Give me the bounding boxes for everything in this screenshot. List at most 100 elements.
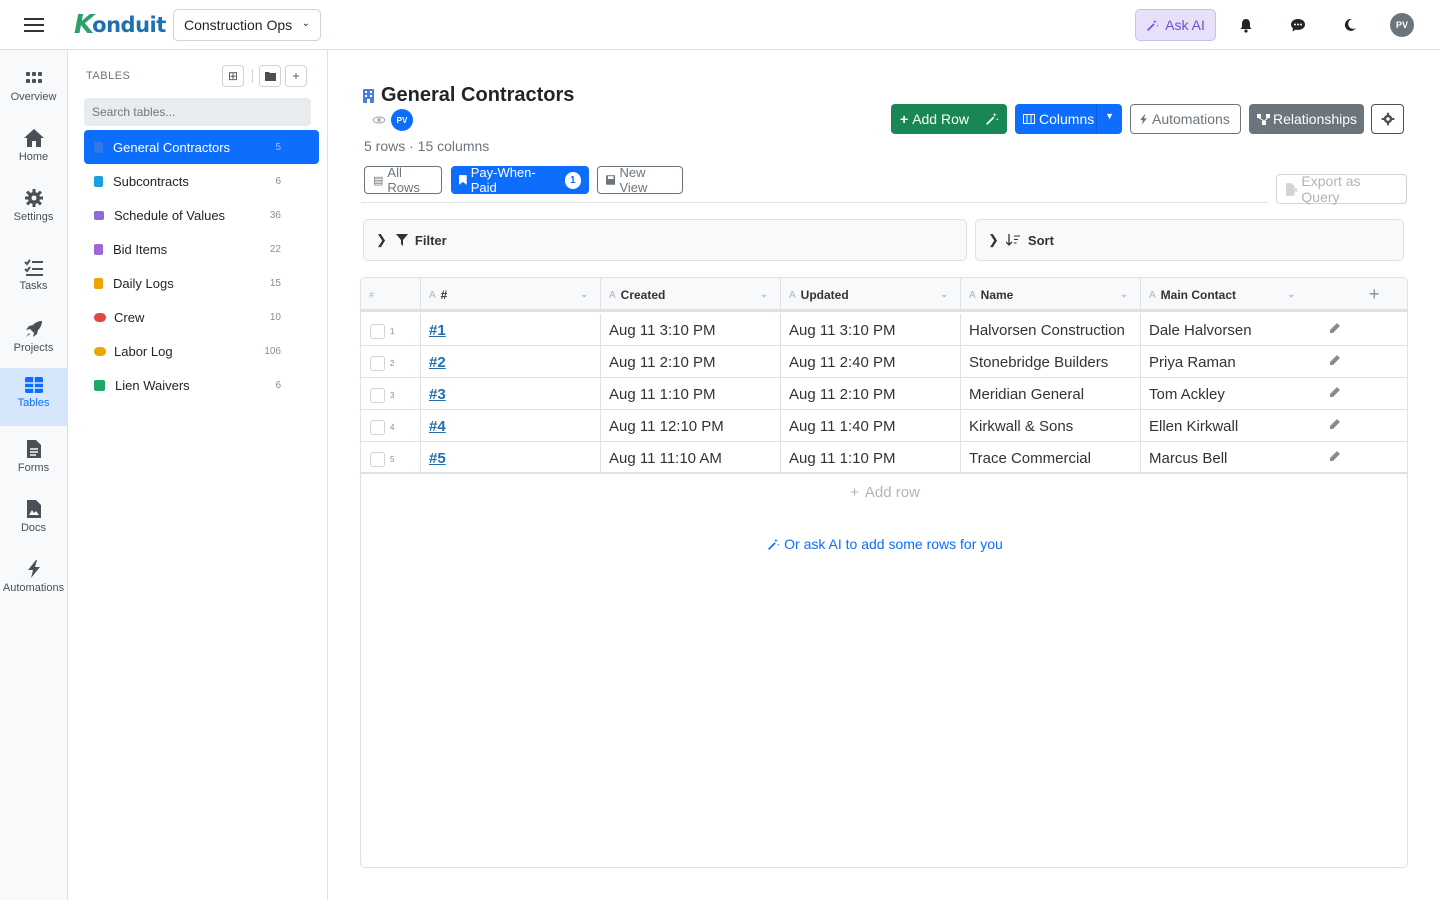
rail-item-automations[interactable]: Automations xyxy=(0,551,67,609)
cell-id[interactable]: #3 xyxy=(421,378,601,410)
table-settings-button[interactable] xyxy=(1371,104,1404,134)
record-link[interactable]: #4 xyxy=(429,418,446,435)
row-checkbox[interactable] xyxy=(370,388,385,403)
rail-item-tasks[interactable]: Tasks xyxy=(0,251,67,309)
add-table-button[interactable]: + xyxy=(285,65,307,87)
table-row[interactable]: 4 #4 Aug 11 12:10 PM Aug 11 1:40 PM Kirk… xyxy=(361,410,1407,442)
chevron-down-icon[interactable]: ⌄ xyxy=(1287,289,1295,300)
cell-updated[interactable]: Aug 11 1:40 PM xyxy=(781,410,961,442)
rail-item-overview[interactable]: Overview xyxy=(0,60,67,118)
cell-id[interactable]: #1 xyxy=(421,314,601,346)
column-header-main-contact[interactable]: A Main Contact ⌄ xyxy=(1141,278,1307,312)
cell-main-contact[interactable]: Priya Raman xyxy=(1141,346,1407,378)
rail-item-settings[interactable]: Settings xyxy=(0,180,67,238)
view-tab-all-rows[interactable]: ▤ All Rows xyxy=(364,165,442,195)
cell-main-contact[interactable]: Ellen Kirkwall xyxy=(1141,410,1407,442)
row-checkbox[interactable] xyxy=(370,324,385,339)
table-item-bid-items[interactable]: Bid Items 22 xyxy=(84,232,319,266)
cell-main-contact[interactable]: Dale Halvorsen xyxy=(1141,314,1407,346)
table-row[interactable]: 3 #3 Aug 11 1:10 PM Aug 11 2:10 PM Merid… xyxy=(361,378,1407,410)
rail-item-projects[interactable]: Projects xyxy=(0,311,67,369)
rail-item-forms[interactable]: Forms xyxy=(0,431,67,489)
grid-view-button[interactable]: ⊞ xyxy=(222,65,244,87)
table-row[interactable]: 1 #1 Aug 11 3:10 PM Aug 11 3:10 PM Halvo… xyxy=(361,314,1407,346)
table-item-labor-log[interactable]: Labor Log 106 xyxy=(84,334,319,368)
table-item-schedule-of-values[interactable]: Schedule of Values 36 xyxy=(84,198,319,232)
column-header-created[interactable]: A Created ⌄ xyxy=(601,278,781,312)
search-tables-input[interactable] xyxy=(84,98,311,126)
cell-name[interactable]: Halvorsen Construction xyxy=(961,314,1141,346)
sort-panel-toggle[interactable]: ❯ Sort xyxy=(975,219,1404,261)
pencil-icon[interactable] xyxy=(1329,322,1341,334)
pencil-icon[interactable] xyxy=(1329,450,1341,462)
column-header-updated[interactable]: A Updated ⌄ xyxy=(781,278,961,312)
add-column-button[interactable]: + xyxy=(1369,284,1380,305)
column-header-id[interactable]: A # ⌄ xyxy=(421,278,601,312)
chevron-down-icon[interactable]: ⌄ xyxy=(760,289,768,300)
table-item-crew[interactable]: Crew 10 xyxy=(84,300,319,334)
caret-down-icon[interactable]: ▼ xyxy=(1105,111,1114,121)
automations-button[interactable]: Automations xyxy=(1130,104,1241,134)
cell-name[interactable]: Stonebridge Builders xyxy=(961,346,1141,378)
pencil-icon[interactable] xyxy=(1329,386,1341,398)
table-row[interactable]: 5 #5 Aug 11 11:10 AM Aug 11 1:10 PM Trac… xyxy=(361,442,1407,474)
add-row-button[interactable]: + Add Row xyxy=(891,104,1007,134)
ask-ai-add-rows-link[interactable]: Or ask AI to add some rows for you xyxy=(361,536,1407,552)
moon-icon[interactable] xyxy=(1340,15,1360,35)
chevron-down-icon[interactable]: ⌄ xyxy=(1120,289,1128,300)
cell-updated[interactable]: Aug 11 3:10 PM xyxy=(781,314,961,346)
row-checkbox[interactable] xyxy=(370,452,385,467)
cell-main-contact[interactable]: Marcus Bell xyxy=(1141,442,1407,474)
cell-created[interactable]: Aug 11 12:10 PM xyxy=(601,410,781,442)
menu-icon[interactable] xyxy=(24,15,44,35)
brand-logo[interactable]: Konduit xyxy=(74,10,166,40)
filter-panel-toggle[interactable]: ❯ Filter xyxy=(363,219,967,261)
column-header-name[interactable]: A Name ⌄ xyxy=(961,278,1141,312)
table-item-subcontracts[interactable]: Subcontracts 6 xyxy=(84,164,319,198)
chevron-down-icon[interactable]: ⌄ xyxy=(580,289,588,300)
view-tab-pay-when-paid[interactable]: Pay-When-Paid 1 xyxy=(451,165,589,195)
cell-updated[interactable]: Aug 11 2:40 PM xyxy=(781,346,961,378)
cell-name[interactable]: Kirkwall & Sons xyxy=(961,410,1141,442)
user-avatar[interactable]: PV xyxy=(1390,13,1414,37)
table-item-general-contractors[interactable]: General Contractors 5 xyxy=(84,130,319,164)
record-link[interactable]: #2 xyxy=(429,354,446,371)
cell-updated[interactable]: Aug 11 1:10 PM xyxy=(781,442,961,474)
table-item-lien-waivers[interactable]: Lien Waivers 6 xyxy=(84,368,319,402)
columns-button[interactable]: Columns ▼ xyxy=(1015,104,1122,134)
table-item-daily-logs[interactable]: Daily Logs 15 xyxy=(84,266,319,300)
record-link[interactable]: #5 xyxy=(429,450,446,467)
rail-item-tables[interactable]: Tables xyxy=(0,368,67,426)
cell-created[interactable]: Aug 11 2:10 PM xyxy=(601,346,781,378)
bell-icon[interactable] xyxy=(1236,15,1256,35)
cell-main-contact[interactable]: Tom Ackley xyxy=(1141,378,1407,410)
relationships-button[interactable]: Relationships xyxy=(1249,104,1364,134)
pencil-icon[interactable] xyxy=(1329,418,1341,430)
cell-id[interactable]: #2 xyxy=(421,346,601,378)
record-link[interactable]: #1 xyxy=(429,322,446,339)
record-link[interactable]: #3 xyxy=(429,386,446,403)
row-checkbox[interactable] xyxy=(370,420,385,435)
eye-icon[interactable] xyxy=(372,112,386,130)
cell-created[interactable]: Aug 11 1:10 PM xyxy=(601,378,781,410)
cell-name[interactable]: Meridian General xyxy=(961,378,1141,410)
table-row[interactable]: 2 #2 Aug 11 2:10 PM Aug 11 2:40 PM Stone… xyxy=(361,346,1407,378)
workspace-selector[interactable]: Construction Ops ⌄ xyxy=(173,9,321,41)
cell-id[interactable]: #4 xyxy=(421,410,601,442)
chat-icon[interactable] xyxy=(1288,15,1308,35)
new-view-button[interactable]: New View xyxy=(597,165,683,195)
pencil-icon[interactable] xyxy=(1329,354,1341,366)
owner-avatar[interactable]: PV xyxy=(391,109,413,131)
cell-created[interactable]: Aug 11 11:10 AM xyxy=(601,442,781,474)
cell-updated[interactable]: Aug 11 2:10 PM xyxy=(781,378,961,410)
rail-item-docs[interactable]: Docs xyxy=(0,491,67,549)
export-query-button[interactable]: Export as Query xyxy=(1276,173,1407,205)
new-folder-button[interactable] xyxy=(259,65,281,87)
row-checkbox[interactable] xyxy=(370,356,385,371)
chevron-down-icon[interactable]: ⌄ xyxy=(940,289,948,300)
cell-created[interactable]: Aug 11 3:10 PM xyxy=(601,314,781,346)
cell-id[interactable]: #5 xyxy=(421,442,601,474)
cell-name[interactable]: Trace Commercial xyxy=(961,442,1141,474)
ask-ai-button[interactable]: Ask AI xyxy=(1135,9,1216,41)
add-row-inline[interactable]: + Add row xyxy=(361,484,1407,501)
